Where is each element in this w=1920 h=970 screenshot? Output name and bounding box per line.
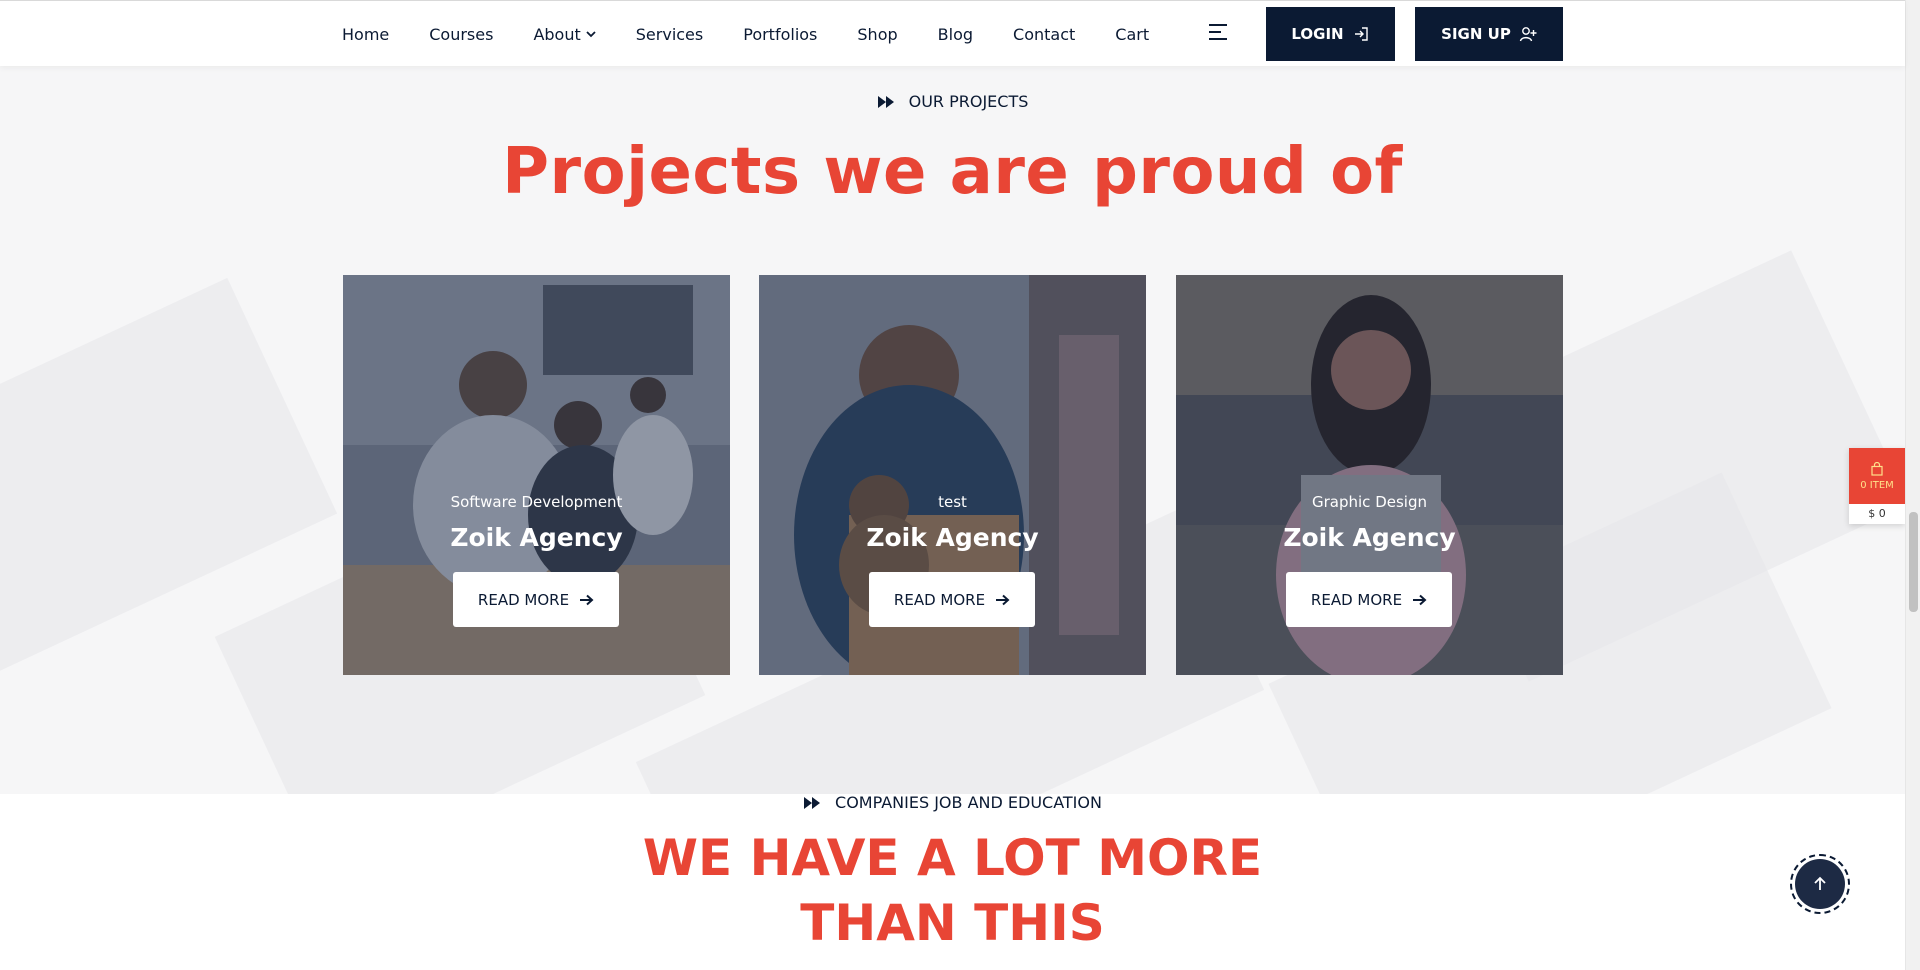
project-name: Zoik Agency	[866, 523, 1039, 552]
nav-contact-label: Contact	[1013, 24, 1076, 44]
read-more-label: READ MORE	[477, 590, 570, 609]
nav-about-label: About	[533, 24, 581, 44]
add-user-icon	[1519, 27, 1537, 42]
more-title-line2: THAN THIS	[800, 894, 1105, 952]
floating-cart-widget[interactable]: 0 ITEM $ 0	[1849, 448, 1905, 524]
main-nav: Home Courses About Services Portfolios S…	[342, 1, 1189, 67]
read-more-button[interactable]: READ MORE	[1286, 572, 1452, 627]
projects-eyebrow-text: OUR PROJECTS	[908, 92, 1029, 111]
project-name: Zoik Agency	[1283, 523, 1456, 552]
read-more-button[interactable]: READ MORE	[869, 572, 1035, 627]
signup-button[interactable]: SIGN UP	[1415, 7, 1563, 61]
nav-blog-label: Blog	[937, 24, 974, 44]
projects-eyebrow: OUR PROJECTS	[0, 92, 1905, 111]
back-to-top-inner	[1795, 859, 1845, 909]
nav-shop-label: Shop	[857, 24, 898, 44]
nav-blog[interactable]: Blog	[938, 25, 973, 44]
cart-widget-top: 0 ITEM	[1849, 448, 1905, 504]
projects-title: Projects we are proud of	[502, 135, 1403, 209]
nav-portfolios-label: Portfolios	[743, 24, 818, 44]
chevron-down-icon	[586, 31, 596, 38]
nav-portfolios[interactable]: Portfolios	[743, 25, 817, 44]
arrow-right-icon	[580, 594, 594, 605]
nav-about[interactable]: About	[533, 24, 596, 44]
more-eyebrow-text: COMPANIES JOB AND EDUCATION	[835, 793, 1102, 812]
nav-courses[interactable]: Courses	[429, 25, 493, 44]
read-more-label: READ MORE	[893, 590, 986, 609]
scrollbar-thumb[interactable]	[1909, 512, 1918, 612]
more-title-line1: WE HAVE A LOT MORE	[642, 829, 1263, 887]
nav-cart[interactable]: Cart	[1115, 25, 1149, 44]
cart-item-count: 0 ITEM	[1860, 479, 1894, 491]
shopping-bag-icon	[1871, 461, 1883, 476]
login-icon	[1354, 27, 1368, 41]
more-title: WE HAVE A LOT MORE THAN THIS	[0, 826, 1905, 956]
project-name: Zoik Agency	[450, 523, 623, 552]
arrow-right-icon	[996, 594, 1010, 605]
back-to-top-button[interactable]	[1790, 854, 1850, 914]
nav-services-label: Services	[635, 24, 704, 44]
project-category: Graphic Design	[1312, 493, 1427, 511]
read-more-label: READ MORE	[1310, 590, 1403, 609]
nav-services[interactable]: Services	[636, 25, 703, 44]
read-more-button[interactable]: READ MORE	[453, 572, 619, 627]
nav-home-label: Home	[342, 24, 390, 44]
page-scrollbar[interactable]	[1905, 0, 1920, 970]
project-category: Software Development	[450, 493, 623, 511]
project-card[interactable]: Graphic Design Zoik Agency READ MORE	[1176, 275, 1563, 675]
nav-contact[interactable]: Contact	[1013, 25, 1075, 44]
more-eyebrow: COMPANIES JOB AND EDUCATION	[0, 793, 1905, 812]
nav-shop[interactable]: Shop	[857, 25, 897, 44]
project-card[interactable]: Software Development Zoik Agency READ MO…	[343, 275, 730, 675]
project-card[interactable]: test Zoik Agency READ MORE	[759, 275, 1146, 675]
hamburger-menu-icon[interactable]	[1209, 24, 1227, 40]
arrow-up-icon	[1814, 876, 1826, 890]
login-button[interactable]: LOGIN	[1266, 7, 1395, 61]
signup-label: SIGN UP	[1441, 25, 1511, 43]
arrow-right-icon	[1413, 594, 1427, 605]
nav-courses-label: Courses	[429, 24, 494, 44]
fast-forward-icon	[877, 95, 894, 108]
site-header: Home Courses About Services Portfolios S…	[0, 0, 1905, 66]
login-label: LOGIN	[1291, 25, 1344, 43]
nav-cart-label: Cart	[1115, 24, 1150, 44]
fast-forward-icon	[804, 796, 821, 809]
project-category: test	[938, 493, 967, 511]
nav-home[interactable]: Home	[342, 25, 389, 44]
cart-total: $ 0	[1868, 507, 1886, 520]
